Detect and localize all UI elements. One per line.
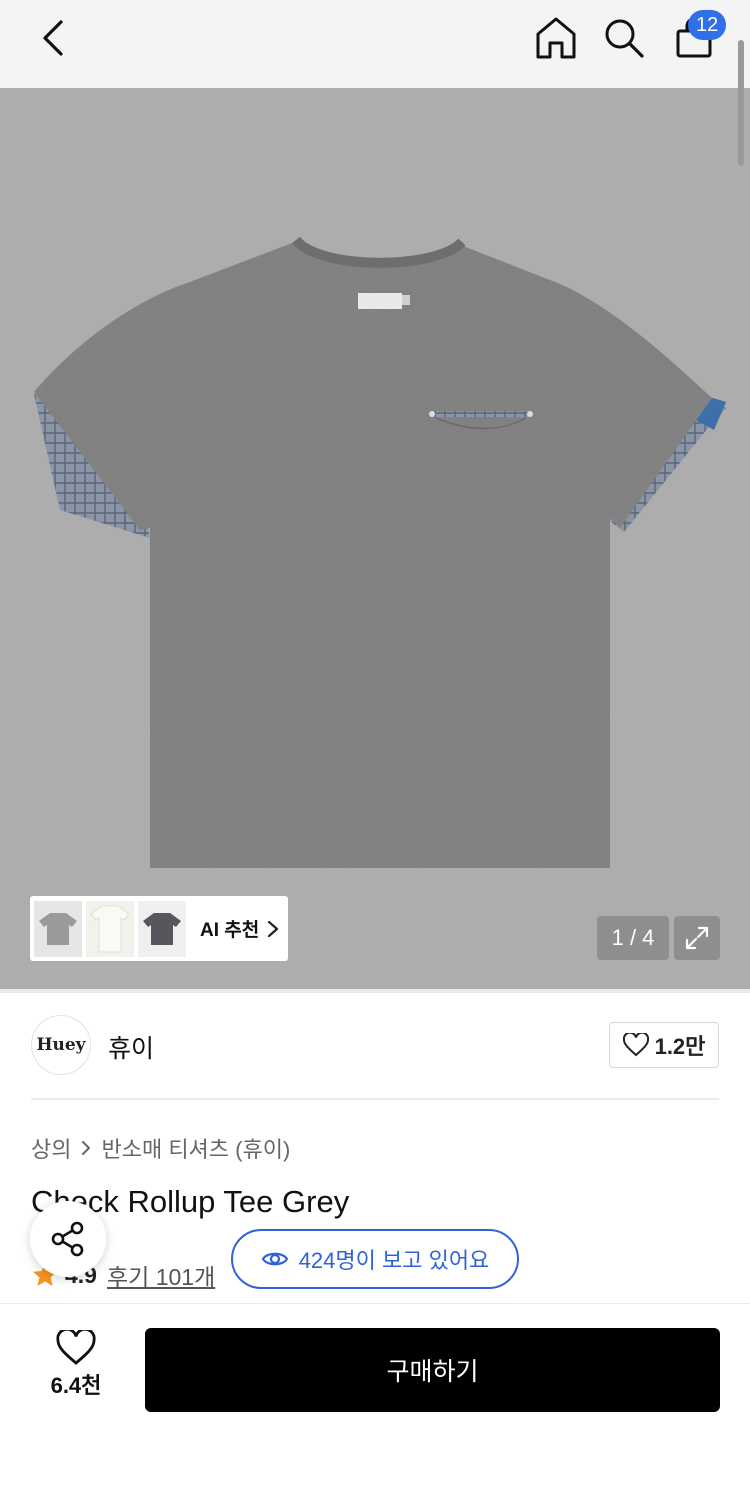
wishlist-count: 6.4천 <box>50 1373 102 1398</box>
recommend-thumbnail[interactable] <box>138 900 186 957</box>
expand-icon <box>685 926 709 950</box>
home-button[interactable] <box>530 12 582 64</box>
brand-name[interactable]: 휴이 <box>108 1029 154 1065</box>
viewers-text: 424명이 보고 있어요 <box>298 1248 490 1273</box>
divider <box>31 1098 719 1100</box>
share-button[interactable] <box>30 1201 106 1277</box>
heart-icon <box>56 1330 96 1365</box>
search-button[interactable] <box>598 12 650 64</box>
tshirt-thumbnail <box>90 905 130 952</box>
tshirt-thumbnail <box>143 912 181 945</box>
home-icon <box>536 17 576 59</box>
breadcrumb-subcategory[interactable]: 반소매 티셔츠 (휴이) <box>101 1132 290 1164</box>
product-photo <box>34 236 726 868</box>
chevron-right-icon <box>81 1140 91 1156</box>
recommend-thumbnail[interactable] <box>86 900 134 957</box>
eye-icon <box>261 1252 288 1266</box>
cart-badge: 12 <box>688 10 727 40</box>
recommend-thumbnail[interactable] <box>34 900 82 957</box>
back-button[interactable] <box>30 14 78 62</box>
viewers-badge: 424명이 보고 있어요 <box>231 1229 519 1289</box>
heart-icon <box>622 1033 649 1057</box>
product-image-gallery[interactable] <box>0 88 750 990</box>
image-page-counter: 1 / 4 <box>597 916 669 960</box>
expand-button[interactable] <box>674 916 720 960</box>
ai-recommend-card[interactable]: AI 추천 <box>30 896 288 961</box>
brand-like-count: 1.2만 <box>654 1034 706 1059</box>
share-icon <box>51 1221 84 1257</box>
wishlist-button[interactable]: 6.4천 <box>36 1330 116 1410</box>
breadcrumb-category[interactable]: 상의 <box>31 1132 71 1164</box>
chevron-right-icon <box>267 920 279 938</box>
tshirt-thumbnail <box>39 912 77 945</box>
ai-recommend-label: AI 추천 <box>200 920 260 941</box>
breadcrumb: 상의 반소매 티셔츠 (휴이) <box>31 1132 290 1164</box>
search-icon <box>605 19 644 58</box>
brand-like-button[interactable]: 1.2만 <box>609 1022 719 1068</box>
brand-logo-text: Huey <box>36 1035 86 1055</box>
scroll-indicator[interactable] <box>738 40 744 166</box>
chevron-left-icon <box>43 20 63 56</box>
review-link[interactable]: 후기 101개 <box>107 1258 215 1292</box>
brand-logo[interactable]: Huey <box>31 1015 91 1075</box>
divider <box>0 989 750 993</box>
buy-button[interactable]: 구매하기 <box>145 1328 720 1412</box>
